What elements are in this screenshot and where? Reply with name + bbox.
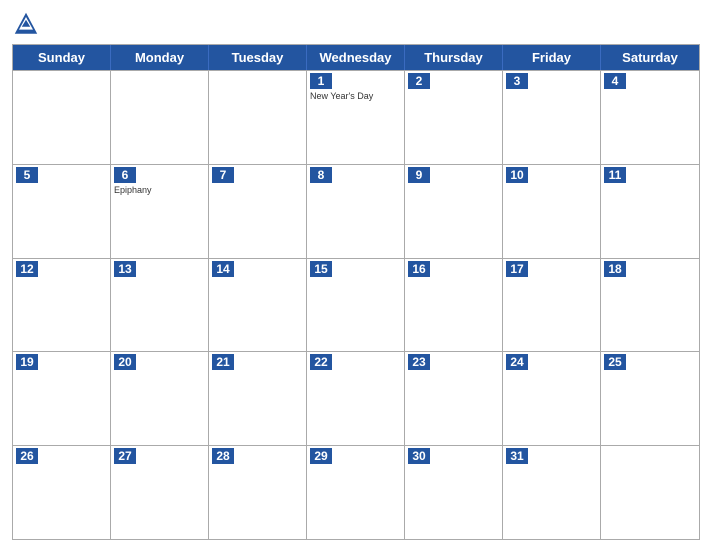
cal-cell: 1 New Year's Day [307,71,405,164]
cal-cell: 22 [307,352,405,445]
logo [12,10,44,38]
cal-cell: 16 [405,259,503,352]
date-number: 23 [408,354,430,370]
date-number: 30 [408,448,430,464]
day-header-friday: Friday [503,45,601,70]
date-number: 1 [310,73,332,89]
cal-cell: 13 [111,259,209,352]
cal-cell: 15 [307,259,405,352]
date-number: 14 [212,261,234,277]
date-number: 12 [16,261,38,277]
date-number: 26 [16,448,38,464]
calendar-header: SundayMondayTuesdayWednesdayThursdayFrid… [13,45,699,70]
day-header-tuesday: Tuesday [209,45,307,70]
date-number: 10 [506,167,528,183]
date-number: 6 [114,167,136,183]
day-header-sunday: Sunday [13,45,111,70]
date-number: 5 [16,167,38,183]
cal-cell: 28 [209,446,307,539]
date-number: 20 [114,354,136,370]
date-number: 9 [408,167,430,183]
date-number: 2 [408,73,430,89]
week-row-1: 0001New Year's Day234 [13,70,699,164]
cal-cell: 7 [209,165,307,258]
cal-cell: 2 [405,71,503,164]
cal-cell: 18 [601,259,699,352]
cal-cell: 4 [601,71,699,164]
calendar-event: New Year's Day [310,91,401,102]
cal-cell: 0 [601,446,699,539]
cal-cell: 0 [209,71,307,164]
cal-cell: 9 [405,165,503,258]
cal-cell: 17 [503,259,601,352]
cal-cell: 25 [601,352,699,445]
date-number: 21 [212,354,234,370]
date-number: 29 [310,448,332,464]
calendar-body: 0001New Year's Day23456Epiphany789101112… [13,70,699,539]
cal-cell: 26 [13,446,111,539]
week-row-3: 12 13 14 15 16 17 18 [13,258,699,352]
header [12,10,700,38]
date-number: 24 [506,354,528,370]
cal-cell: 29 [307,446,405,539]
date-number: 13 [114,261,136,277]
date-number: 18 [604,261,626,277]
date-number: 11 [604,167,626,183]
cal-cell: 30 [405,446,503,539]
cal-cell: 0 [13,71,111,164]
date-number: 25 [604,354,626,370]
cal-cell: 11 [601,165,699,258]
date-number: 15 [310,261,332,277]
cal-cell: 3 [503,71,601,164]
cal-cell: 20 [111,352,209,445]
date-number: 27 [114,448,136,464]
calendar-event: Epiphany [114,185,205,196]
cal-cell: 21 [209,352,307,445]
day-header-saturday: Saturday [601,45,699,70]
cal-cell: 23 [405,352,503,445]
week-row-2: 5 6 Epiphany 7 8 9 10 11 [13,164,699,258]
cal-cell: 19 [13,352,111,445]
date-number: 31 [506,448,528,464]
cal-cell: 6 Epiphany [111,165,209,258]
cal-cell: 0 [111,71,209,164]
date-number: 7 [212,167,234,183]
cal-cell: 24 [503,352,601,445]
cal-cell: 27 [111,446,209,539]
cal-cell: 31 [503,446,601,539]
date-number: 28 [212,448,234,464]
generalblue-logo-icon [12,10,40,38]
date-number: 3 [506,73,528,89]
calendar: SundayMondayTuesdayWednesdayThursdayFrid… [12,44,700,540]
week-row-4: 19 20 21 22 23 24 25 [13,351,699,445]
page: SundayMondayTuesdayWednesdayThursdayFrid… [0,0,712,550]
cal-cell: 8 [307,165,405,258]
cal-cell: 12 [13,259,111,352]
week-row-5: 26 27 28 29 30 31 0 [13,445,699,539]
date-number: 22 [310,354,332,370]
date-number: 16 [408,261,430,277]
date-number: 19 [16,354,38,370]
date-number: 17 [506,261,528,277]
day-header-monday: Monday [111,45,209,70]
cal-cell: 14 [209,259,307,352]
cal-cell: 5 [13,165,111,258]
cal-cell: 10 [503,165,601,258]
date-number: 8 [310,167,332,183]
date-number: 4 [604,73,626,89]
day-header-wednesday: Wednesday [307,45,405,70]
day-header-thursday: Thursday [405,45,503,70]
